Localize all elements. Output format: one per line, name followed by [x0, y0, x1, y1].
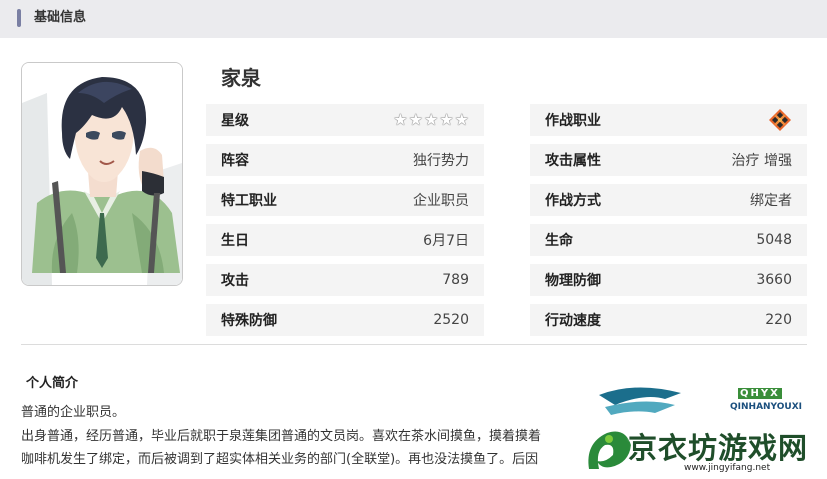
stat-row-combat-style: 作战方式 绑定者 [530, 184, 807, 216]
stat-label: 阵容 [221, 153, 249, 169]
stat-value: 独行势力 [413, 153, 469, 169]
star-outline-icon: ★ [408, 110, 423, 129]
stat-row-attack-attribute: 攻击属性 治疗 增强 [530, 144, 807, 176]
watermark-sub: QINHANYOUXI [730, 402, 803, 412]
stat-value: 789 [442, 272, 469, 288]
stat-label: 物理防御 [545, 273, 601, 289]
stat-label: 作战职业 [545, 113, 601, 129]
section-divider [21, 344, 807, 345]
star-outline-icon: ★ [454, 110, 469, 129]
character-name: 家泉 [221, 66, 261, 90]
stat-row-combat-class: 作战职业 [530, 104, 807, 136]
stat-row-faction: 阵容 独行势力 [206, 144, 484, 176]
stat-value: 绑定者 [750, 193, 792, 209]
watermark-tag: QHYX [738, 388, 782, 399]
star-outline-icon: ★ [439, 110, 454, 129]
bio-line: 普通的企业职员。 [21, 405, 126, 420]
stat-value: 3660 [756, 272, 792, 288]
watermark-url: www.jingyifang.net [684, 463, 771, 473]
bio-line: 出身普通，经历普通，毕业后就职于泉莲集团普通的文员岗。喜欢在茶水间摸鱼，摸着摸着 [21, 429, 542, 444]
bio-title: 个人简介 [26, 376, 79, 391]
stat-value: 5048 [756, 232, 792, 248]
stat-row-special-defense: 特殊防御 2520 [206, 304, 484, 336]
star-outline-icon: ★ [423, 110, 439, 129]
stat-row-birthday: 生日 6月7日 [206, 224, 484, 256]
stat-row-agent-job: 特工职业 企业职员 [206, 184, 484, 216]
stat-label: 生命 [545, 233, 573, 249]
stat-value: 治疗 增强 [731, 153, 792, 169]
stat-label: 行动速度 [545, 313, 601, 329]
portrait-illustration [22, 63, 182, 285]
stat-label: 作战方式 [545, 193, 601, 209]
section-title: 基础信息 [34, 10, 87, 25]
stat-label: 特殊防御 [221, 313, 277, 329]
star-rating: ★ ★ ★ ★ ★ [393, 112, 469, 128]
character-portrait [21, 62, 183, 286]
section-accent-bar [17, 9, 21, 27]
stat-row-speed: 行动速度 220 [530, 304, 807, 336]
stat-row-hp: 生命 5048 [530, 224, 807, 256]
stat-value: 6月7日 [423, 233, 469, 249]
stat-label: 生日 [221, 233, 249, 249]
stat-value: 220 [765, 312, 792, 328]
bio-line: 咖啡机发生了绑定，而后被调到了超实体相关业务的部门(全联堂)。再也没法摸鱼了。后… [21, 452, 539, 467]
watermark-brand: 京衣坊游戏网 [628, 431, 809, 465]
stat-value: 企业职员 [413, 193, 469, 209]
stat-row-attack: 攻击 789 [206, 264, 484, 296]
star-outline-icon: ★ [393, 110, 408, 129]
stat-label: 特工职业 [221, 193, 277, 209]
stat-row-physical-defense: 物理防御 3660 [530, 264, 807, 296]
section-header: 基础信息 [0, 0, 827, 38]
stat-row-star-rating: 星级 ★ ★ ★ ★ ★ [206, 104, 484, 136]
stat-label: 攻击 [221, 273, 249, 289]
role-class-icon [769, 109, 791, 131]
stat-value: 2520 [433, 312, 469, 328]
stat-label: 星级 [221, 113, 249, 129]
stat-label: 攻击属性 [545, 153, 601, 169]
